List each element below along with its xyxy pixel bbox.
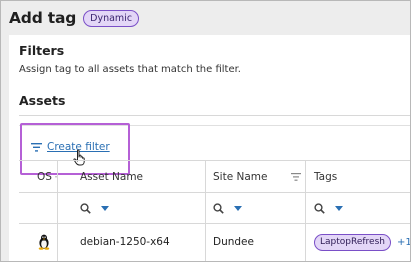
tag-badge[interactable]: LaptopRefresh <box>314 233 391 251</box>
column-divider <box>205 160 206 261</box>
filters-heading: Filters <box>19 43 65 58</box>
table-top-border <box>19 160 410 161</box>
dialog-header: Add tag Dynamic <box>9 7 140 29</box>
column-divider <box>57 160 58 261</box>
site-name-filter[interactable] <box>213 195 242 221</box>
chevron-down-icon[interactable] <box>101 205 109 211</box>
add-tag-dialog: Add tag Dynamic Filters Assign tag to al… <box>0 0 411 262</box>
filter-icon <box>31 142 42 152</box>
column-header-os[interactable]: OS <box>37 162 57 192</box>
search-icon <box>213 202 224 214</box>
tags-filter[interactable] <box>314 195 343 221</box>
column-divider <box>305 160 306 261</box>
header-row-border <box>19 192 410 193</box>
column-header-asset-name[interactable]: Asset Name <box>80 162 143 192</box>
divider <box>19 115 410 116</box>
column-filter-icon[interactable] <box>291 173 301 181</box>
column-header-tags[interactable]: Tags <box>314 162 337 192</box>
filter-row-border <box>19 223 410 224</box>
dynamic-badge: Dynamic <box>83 9 140 27</box>
filters-description: Assign tag to all assets that match the … <box>19 64 241 75</box>
chevron-down-icon[interactable] <box>234 205 242 211</box>
site-name-cell: Dundee <box>213 236 254 248</box>
create-filter-button[interactable]: Create filter <box>31 141 110 153</box>
asset-name-cell[interactable]: debian-1250-x64 <box>80 225 170 259</box>
assets-heading: Assets <box>19 93 66 108</box>
chevron-down-icon[interactable] <box>335 205 343 211</box>
os-cell <box>37 225 51 259</box>
column-header-site-name[interactable]: Site Name <box>213 162 301 192</box>
dialog-title: Add tag <box>9 9 77 27</box>
more-tags-link[interactable]: +1 <box>397 237 410 248</box>
asset-name-filter[interactable] <box>80 195 109 221</box>
linux-icon <box>38 234 50 250</box>
tags-cell: LaptopRefresh +1 <box>314 225 410 259</box>
search-icon <box>80 202 91 214</box>
sort-filter-icon[interactable] <box>54 173 57 181</box>
content-panel: Filters Assign tag to all assets that ma… <box>9 35 410 261</box>
search-icon <box>314 202 325 214</box>
